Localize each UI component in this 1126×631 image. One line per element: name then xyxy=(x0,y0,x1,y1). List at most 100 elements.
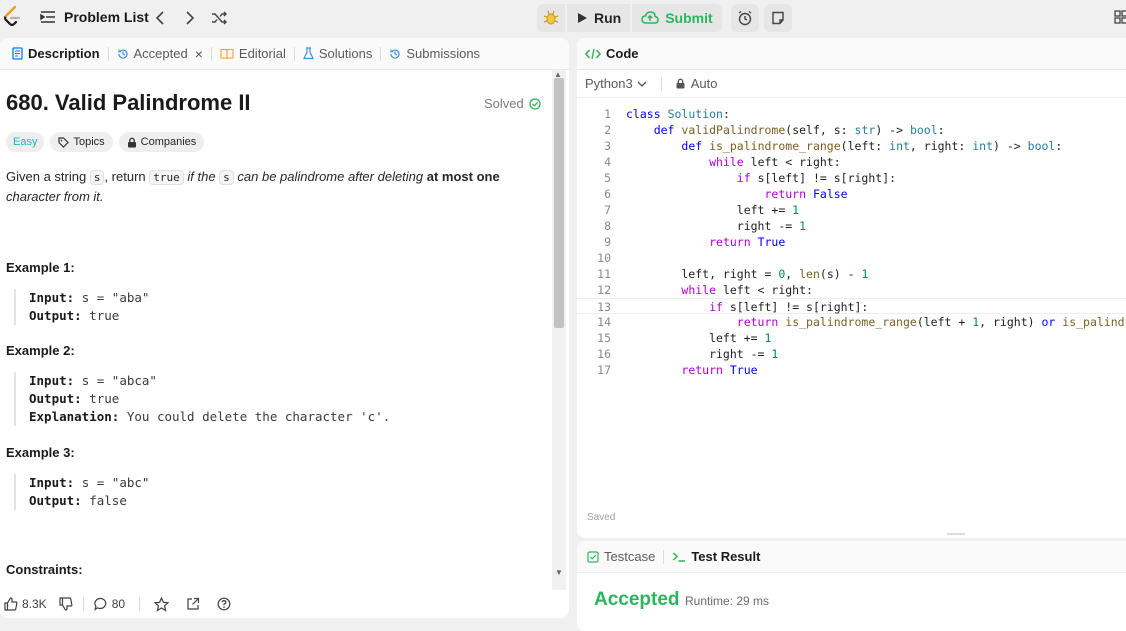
line-number: 14 xyxy=(597,315,611,329)
check-circle-icon xyxy=(529,97,541,110)
input-label: Input: xyxy=(29,290,75,305)
next-problem-button[interactable] xyxy=(180,8,200,28)
terminal-icon xyxy=(673,551,686,562)
resize-handle[interactable] xyxy=(947,533,965,535)
toolbar-separator xyxy=(660,76,662,91)
debug-button[interactable] xyxy=(537,4,565,32)
favorite-button[interactable] xyxy=(154,596,170,612)
topics-badge[interactable]: Topics xyxy=(50,132,113,152)
topics-label: Topics xyxy=(73,136,105,148)
scrollbar-thumb[interactable] xyxy=(554,78,564,328)
random-problem-button[interactable] xyxy=(209,8,229,28)
code-editor[interactable]: 1 class Solution: 2 def validPalindrome(s… xyxy=(577,106,1126,406)
inline-code: true xyxy=(149,170,184,185)
note-icon xyxy=(772,11,784,25)
comment-count: 80 xyxy=(111,597,126,611)
book-icon xyxy=(220,48,234,59)
help-button[interactable] xyxy=(217,597,231,611)
output-value: true xyxy=(89,391,120,406)
code-text: right -= 1 xyxy=(626,219,807,233)
companies-badge[interactable]: Companies xyxy=(118,132,205,152)
example-block: Input: s = "abca" Output: true Explanati… xyxy=(14,372,390,426)
code-text: if s[left] != s[right]: xyxy=(736,171,897,185)
code-brackets-icon xyxy=(585,48,601,59)
comments-button[interactable]: 80 xyxy=(93,597,126,611)
leetcode-logo-icon[interactable] xyxy=(2,5,22,29)
shuffle-icon xyxy=(212,11,227,25)
tab-accepted[interactable]: Accepted × xyxy=(109,46,211,62)
lock-icon xyxy=(676,78,685,89)
external-link-icon xyxy=(187,597,200,610)
desc-text: can be palindrome after deleting xyxy=(233,169,427,184)
flask-icon xyxy=(302,47,314,60)
problem-description: Given a string s, return true if the s c… xyxy=(6,167,536,206)
line-number: 2 xyxy=(604,123,611,137)
output-value: false xyxy=(89,493,127,508)
run-button[interactable]: Run xyxy=(567,4,631,32)
submit-label: Submit xyxy=(665,10,713,26)
line-number: 12 xyxy=(597,283,611,297)
tab-submissions[interactable]: Submissions xyxy=(381,46,488,61)
tab-testcase[interactable]: Testcase xyxy=(587,549,663,564)
save-status: Saved xyxy=(587,512,616,523)
desc-text: , return xyxy=(104,169,150,184)
tab-testcase-label: Testcase xyxy=(604,549,656,564)
language-select[interactable]: Python3 xyxy=(585,76,647,91)
timer-button[interactable] xyxy=(731,4,759,32)
code-text: while left < right: xyxy=(681,283,813,297)
input-value: s = "abc" xyxy=(81,475,150,490)
auto-mode-label: Auto xyxy=(690,76,718,91)
tab-editorial[interactable]: Editorial xyxy=(212,46,294,61)
chevron-left-icon xyxy=(155,11,164,25)
code-line: 16 right -= 1 xyxy=(577,346,1126,362)
scroll-down-arrow-icon[interactable]: ▼ xyxy=(555,568,563,577)
dislike-button[interactable] xyxy=(59,597,73,611)
code-line: 8 right -= 1 xyxy=(577,218,1126,234)
problem-title: 680. Valid Palindrome II xyxy=(6,90,251,115)
line-number: 5 xyxy=(604,171,611,185)
line-number: 8 xyxy=(604,219,611,233)
share-button[interactable] xyxy=(186,597,200,611)
code-line: 2 def validPalindrome(self, s: str) -> b… xyxy=(577,122,1126,138)
close-icon[interactable]: × xyxy=(195,46,203,62)
code-header-label: Code xyxy=(606,46,639,61)
line-number: 10 xyxy=(597,251,611,265)
editor-toolbar: Python3 Auto xyxy=(577,70,1126,98)
like-button[interactable]: 8.3K xyxy=(4,597,47,611)
tab-solutions[interactable]: Solutions xyxy=(295,46,380,61)
tab-submissions-label: Submissions xyxy=(406,46,481,61)
footer-separator xyxy=(139,597,141,611)
input-label: Input: xyxy=(29,373,75,388)
like-count: 8.3K xyxy=(22,597,47,611)
code-line-current: 13 if s[left] != s[right]: xyxy=(577,298,1126,314)
code-text: return is_palindrome_range(left + 1, rig… xyxy=(736,315,1126,329)
line-number: 16 xyxy=(597,347,611,361)
explanation-value: You could delete the character 'c'. xyxy=(126,409,391,424)
description-scrollbar[interactable]: ▲ ▼ xyxy=(552,70,566,590)
notes-button[interactable] xyxy=(764,4,792,32)
layout-grid-icon[interactable] xyxy=(1114,9,1126,25)
desc-text: if the xyxy=(183,169,220,184)
input-value: s = "abca" xyxy=(81,373,157,388)
chevron-right-icon xyxy=(186,11,195,25)
auto-mode-toggle[interactable]: Auto xyxy=(676,76,718,91)
prev-problem-button[interactable] xyxy=(150,8,170,28)
code-text: def validPalindrome(self, s: str) -> boo… xyxy=(653,123,945,137)
line-number: 11 xyxy=(597,267,611,281)
tag-icon xyxy=(58,136,70,148)
code-line: 14 return is_palindrome_range(left + 1, … xyxy=(577,314,1126,330)
code-line: 1 class Solution: xyxy=(577,106,1126,122)
problem-list-button[interactable]: Problem List xyxy=(40,9,149,25)
code-text: if s[left] != s[right]: xyxy=(709,300,869,314)
submit-button[interactable]: Submit xyxy=(632,4,722,32)
code-text: left += 1 xyxy=(626,331,772,345)
problem-list-label: Problem List xyxy=(64,9,149,25)
line-number: 1 xyxy=(604,107,611,121)
solved-label: Solved xyxy=(484,96,524,111)
tab-description[interactable]: Description xyxy=(4,46,108,61)
code-line: 11 left, right = 0, len(s) - 1 xyxy=(577,266,1126,282)
line-number: 3 xyxy=(604,139,611,153)
tab-test-result[interactable]: Test Result xyxy=(664,549,768,564)
question-circle-icon xyxy=(217,597,231,611)
comment-icon xyxy=(93,597,106,611)
